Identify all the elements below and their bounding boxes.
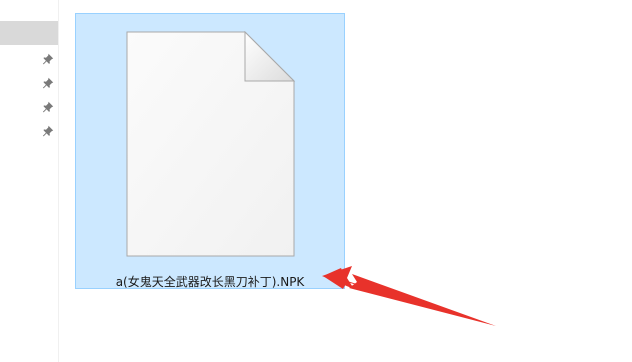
blank-document-icon	[126, 31, 296, 257]
file-name-label[interactable]: a(女鬼天全武器改长黑刀补丁).NPK	[76, 273, 344, 290]
navigation-pane	[0, 0, 59, 362]
file-explorer-window: a(女鬼天全武器改长黑刀补丁).NPK	[0, 0, 632, 362]
nav-item-selected[interactable]	[0, 21, 58, 45]
pin-icon[interactable]	[42, 53, 54, 65]
pin-icon[interactable]	[42, 101, 54, 113]
pin-icon[interactable]	[42, 77, 54, 89]
file-item[interactable]: a(女鬼天全武器改长黑刀补丁).NPK	[75, 13, 345, 289]
pin-icon[interactable]	[42, 125, 54, 137]
